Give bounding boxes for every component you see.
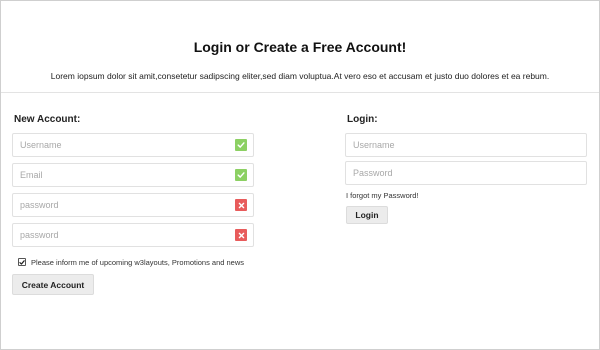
login-button[interactable]: Login <box>346 206 388 224</box>
forgot-password-link[interactable]: I forgot my Password! <box>346 191 419 200</box>
check-icon <box>235 139 247 151</box>
check-icon <box>235 169 247 181</box>
password-field <box>12 193 254 217</box>
create-account-button[interactable]: Create Account <box>12 274 94 295</box>
confirm-password-input[interactable] <box>13 224 213 246</box>
email-field <box>12 163 254 187</box>
newsletter-label: Please inform me of upcoming w3layouts, … <box>31 257 245 267</box>
cross-icon <box>235 199 247 211</box>
login-password-input[interactable] <box>346 162 546 184</box>
page-subtitle: Lorem iopsum dolor sit amit,consetetur s… <box>50 71 550 81</box>
page-title: Login or Create a Free Account! <box>193 39 407 55</box>
confirm-password-field <box>12 223 254 247</box>
login-password-field <box>345 161 587 185</box>
login-username-input[interactable] <box>346 134 546 156</box>
header-divider <box>1 92 599 93</box>
new-account-heading: New Account: <box>14 114 81 125</box>
username-input[interactable] <box>13 134 213 156</box>
login-username-field <box>345 133 587 157</box>
cross-icon <box>235 229 247 241</box>
email-input[interactable] <box>13 164 213 186</box>
checkmark-icon <box>19 259 25 265</box>
login-heading: Login: <box>347 114 378 125</box>
password-input[interactable] <box>13 194 213 216</box>
newsletter-checkbox[interactable] <box>18 258 26 266</box>
username-field <box>12 133 254 157</box>
newsletter-option[interactable]: Please inform me of upcoming w3layouts, … <box>18 256 244 268</box>
